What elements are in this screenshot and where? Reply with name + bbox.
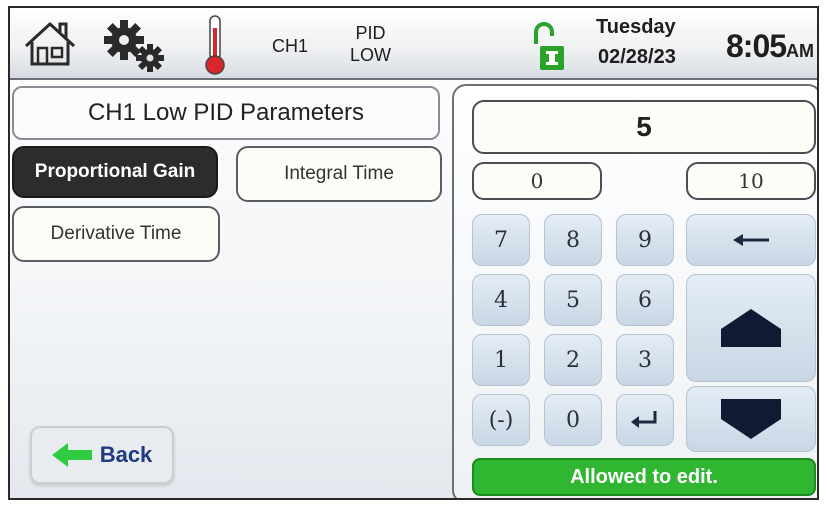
value-display: 5 bbox=[472, 100, 816, 154]
proportional-gain-button[interactable]: Proportional Gain bbox=[12, 146, 218, 198]
up-arrow-icon bbox=[721, 309, 781, 347]
top-bar: CH1 PID LOW Tuesday 02/28/23 8:05AM bbox=[10, 8, 817, 80]
key-0[interactable]: 0 bbox=[544, 394, 602, 446]
enter-key[interactable] bbox=[616, 394, 674, 446]
channel-label: CH1 bbox=[272, 36, 309, 56]
status-banner: Allowed to edit. bbox=[472, 458, 816, 496]
unlock-icon[interactable] bbox=[530, 22, 566, 72]
back-arrow-icon bbox=[51, 443, 92, 467]
pid-mode-line1: PID bbox=[355, 23, 386, 43]
increment-up-key[interactable] bbox=[686, 274, 816, 382]
page-title: CH1 Low PID Parameters bbox=[12, 86, 440, 140]
key-1[interactable]: 1 bbox=[472, 334, 530, 386]
key-7[interactable]: 7 bbox=[472, 214, 530, 266]
pid-mode-line2: LOW bbox=[350, 45, 392, 65]
min-value: 0 bbox=[472, 162, 602, 200]
day-of-week: Tuesday bbox=[596, 16, 676, 38]
date-display: 02/28/23 bbox=[598, 46, 676, 68]
backspace-key[interactable] bbox=[686, 214, 816, 266]
back-button[interactable]: Back bbox=[30, 426, 174, 484]
time-display: 8:05AM bbox=[726, 28, 814, 65]
thermometer-icon[interactable] bbox=[200, 14, 230, 76]
key-6[interactable]: 6 bbox=[616, 274, 674, 326]
gear-icon[interactable] bbox=[100, 16, 170, 74]
back-label: Back bbox=[99, 442, 153, 467]
decrement-down-key[interactable] bbox=[686, 386, 816, 452]
numeric-keypad: 5 0 10 7 8 9 4 5 6 1 2 3 (-) 0 Allowed t… bbox=[452, 84, 817, 498]
home-icon[interactable] bbox=[22, 20, 78, 68]
down-arrow-icon bbox=[721, 399, 781, 439]
pid-mode-label: PID LOW bbox=[350, 22, 391, 66]
key-2[interactable]: 2 bbox=[544, 334, 602, 386]
time-value: 8:05 bbox=[726, 28, 787, 64]
touchscreen: CH1 PID LOW Tuesday 02/28/23 8:05AM CH1 … bbox=[8, 6, 819, 500]
key-4[interactable]: 4 bbox=[472, 274, 530, 326]
max-value: 10 bbox=[686, 162, 816, 200]
time-ampm: AM bbox=[786, 41, 815, 61]
key-5[interactable]: 5 bbox=[544, 274, 602, 326]
key-9[interactable]: 9 bbox=[616, 214, 674, 266]
backspace-arrow-icon bbox=[733, 234, 769, 246]
derivative-time-button[interactable]: Derivative Time bbox=[12, 206, 220, 262]
key-8[interactable]: 8 bbox=[544, 214, 602, 266]
integral-time-button[interactable]: Integral Time bbox=[236, 146, 442, 202]
enter-icon bbox=[631, 411, 657, 428]
key-3[interactable]: 3 bbox=[616, 334, 674, 386]
key-negative[interactable]: (-) bbox=[472, 394, 530, 446]
